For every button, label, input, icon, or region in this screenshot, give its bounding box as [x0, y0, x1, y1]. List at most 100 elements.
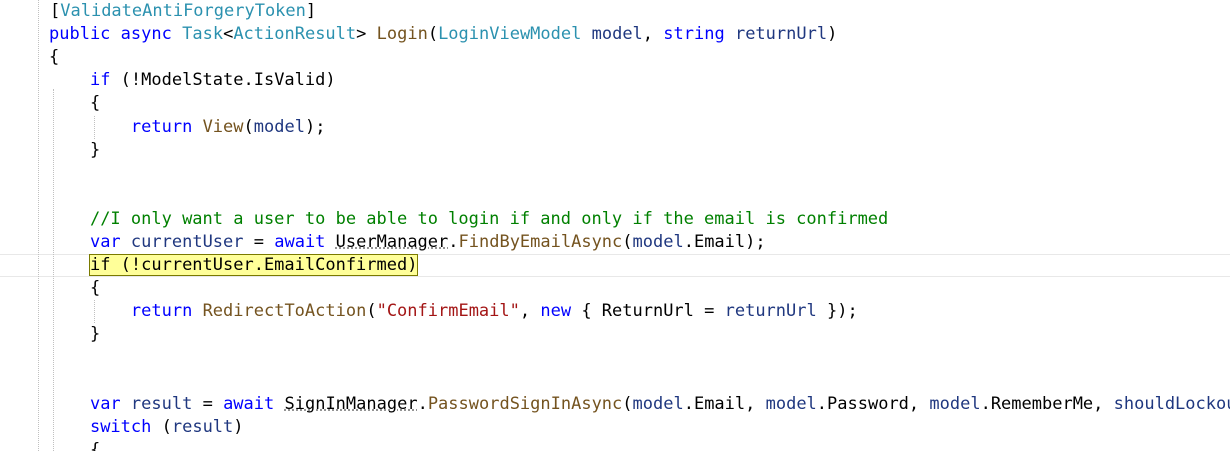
indent-guide — [38, 0, 39, 451]
code-token: ) — [233, 416, 244, 437]
code-token: model — [253, 116, 305, 137]
code-line[interactable]: return RedirectToAction("ConfirmEmail", … — [49, 300, 858, 323]
code-token: UserManager — [335, 232, 449, 252]
code-line[interactable]: { — [49, 46, 59, 69]
code-line[interactable]: [ValidateAntiForgeryToken] — [50, 0, 316, 23]
code-line[interactable]: var result = await SignInManager.Passwor… — [49, 393, 1230, 416]
code-line[interactable]: if (!ModelState.IsValid) — [49, 69, 336, 92]
code-token: model — [632, 232, 684, 252]
code-token: ( — [151, 416, 172, 437]
code-token: returnUrl — [734, 24, 828, 45]
code-token: async — [120, 24, 172, 45]
code-line[interactable]: } — [49, 139, 100, 162]
code-line[interactable]: return View(model); — [49, 116, 326, 139]
code-token: var — [89, 393, 121, 414]
code-token: { — [49, 93, 101, 114]
code-token: .Password, — [816, 393, 930, 414]
code-line[interactable]: { — [49, 277, 100, 300]
code-token: .Email); — [683, 232, 766, 252]
code-line[interactable]: { — [49, 92, 100, 115]
code-token: shouldLockou — [1113, 393, 1230, 414]
code-token: public — [49, 24, 111, 45]
code-token: Task — [182, 24, 224, 45]
code-token: string — [663, 24, 725, 45]
code-token: } — [49, 324, 101, 345]
code-token: View — [202, 116, 244, 137]
code-token: { — [49, 278, 101, 299]
highlighted-token: if (!currentUser.EmailConfirmed) — [88, 254, 419, 277]
code-token: return — [130, 301, 193, 322]
code-token: returnUrl — [724, 301, 817, 322]
code-token: { — [49, 47, 60, 68]
code-token: PasswordSignInAsync — [427, 393, 623, 414]
code-line[interactable]: { — [49, 439, 100, 451]
code-token: var — [89, 232, 121, 252]
code-token: new — [540, 301, 572, 322]
code-token: switch — [89, 416, 152, 437]
code-token: //I only want a user to be able to login… — [89, 208, 889, 229]
code-token: ( — [622, 232, 633, 252]
code-token: (!ModelState.IsValid) — [110, 70, 336, 91]
code-token: currentUser — [130, 232, 244, 252]
code-line[interactable]: } — [49, 323, 100, 346]
code-token: = — [192, 393, 224, 414]
code-token: RedirectToAction — [202, 301, 367, 322]
code-token: Login — [376, 24, 428, 45]
code-token: { — [49, 439, 101, 451]
code-token: }); — [816, 301, 858, 322]
code-token: ( — [366, 301, 377, 322]
code-token: LoginViewModel — [438, 24, 582, 45]
code-token: FindByEmailAsync — [458, 232, 623, 252]
code-token: "ConfirmEmail" — [376, 301, 520, 322]
code-token: model — [765, 393, 817, 414]
code-token: .Email, — [683, 393, 766, 414]
code-token: ( — [622, 393, 633, 414]
code-token: .RememberMe, — [980, 393, 1114, 414]
code-token: . — [417, 393, 428, 414]
code-token: = — [243, 232, 275, 252]
code-line[interactable]: //I only want a user to be able to login… — [49, 208, 888, 231]
code-line[interactable]: public async Task<ActionResult> Login(Lo… — [49, 23, 837, 46]
code-token: ) — [827, 24, 838, 45]
code-token: model — [632, 393, 684, 414]
code-token: ValidateAntiForgeryToken — [60, 1, 306, 21]
code-token: await — [223, 393, 275, 414]
code-token: [ — [50, 1, 61, 21]
code-token: > — [356, 24, 377, 45]
code-line[interactable]: switch (result) — [49, 416, 244, 439]
code-token: ); — [304, 116, 326, 137]
code-token: , — [642, 24, 664, 45]
code-line[interactable]: var currentUser = await UserManager.Find… — [49, 231, 766, 254]
code-token: ] — [305, 1, 317, 21]
code-token: SignInManager — [284, 393, 418, 414]
code-token: } — [49, 139, 101, 160]
code-token: < — [223, 24, 234, 45]
code-token: ( — [427, 24, 439, 45]
code-token: model — [929, 393, 981, 414]
code-line[interactable]: if (!currentUser.EmailConfirmed) — [49, 254, 419, 277]
code-editor[interactable]: [ValidateAntiForgeryToken] public async T… — [0, 0, 1230, 451]
code-token: . — [448, 232, 459, 252]
code-token: await — [274, 232, 326, 252]
code-token: model — [591, 24, 643, 45]
code-token: result — [130, 393, 193, 414]
code-token: , — [519, 301, 541, 322]
code-token: if — [89, 70, 111, 91]
